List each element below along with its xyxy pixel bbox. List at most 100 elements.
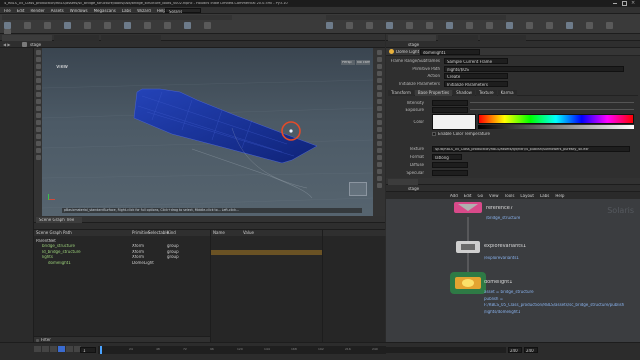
shelf-tool-icon[interactable]	[486, 22, 493, 29]
desktop-selector[interactable]: Solaris	[165, 8, 201, 13]
network-menu-help[interactable]: Help	[555, 194, 564, 198]
viewport-tool-icon[interactable]	[376, 92, 382, 97]
shelf-tool-icon[interactable]	[124, 22, 131, 29]
shelf-tool-icon[interactable]	[164, 22, 171, 29]
network-menu-tools[interactable]: Tools	[505, 194, 515, 198]
viewport-tool-icon[interactable]	[35, 141, 41, 146]
param-stage-path[interactable]: stage	[408, 43, 419, 47]
node-reference7[interactable]	[454, 202, 482, 213]
stop-button[interactable]	[50, 346, 57, 352]
viewport-tool-icon[interactable]	[376, 78, 382, 83]
color-ramp[interactable]	[478, 114, 634, 124]
shelf-tool-icon[interactable]	[326, 22, 333, 29]
shelf-tool-icon[interactable]	[44, 22, 51, 29]
shelf-tool-icon[interactable]	[606, 22, 613, 29]
shelf-tool-icon[interactable]	[366, 22, 373, 29]
param-subtab-transform[interactable]: Transform	[388, 90, 414, 96]
param-field[interactable]: Create	[444, 73, 508, 79]
timeline-ruler[interactable]: 24 48 72 96 120 144 168 192 216 240	[98, 346, 386, 354]
shelf-tool-icon[interactable]	[546, 22, 553, 29]
viewport-tool-icon[interactable]	[35, 92, 41, 97]
shelf-icons-left[interactable]	[4, 22, 234, 36]
viewport-tool-icon[interactable]	[35, 127, 41, 132]
camera-menu[interactable]: No cam	[356, 60, 370, 65]
specular-field[interactable]	[432, 170, 468, 176]
shelf-tool-icon[interactable]	[204, 22, 211, 29]
shelf-tool-icon[interactable]	[526, 22, 533, 29]
shelf-tool-icon[interactable]	[426, 22, 433, 29]
shelf-tabs-right[interactable]	[326, 15, 506, 20]
window-controls[interactable]: ×	[613, 1, 637, 6]
shelf-tool-icon[interactable]	[24, 22, 31, 29]
network-menu-edit[interactable]: Edit	[464, 194, 472, 198]
viewport-tool-icon[interactable]	[376, 71, 382, 76]
menu-file[interactable]: File	[4, 9, 11, 13]
network-canvas[interactable]: Solaris reference7 /bridge_structure exp…	[386, 199, 640, 346]
viewport-tool-icon[interactable]	[376, 141, 382, 146]
param-subtab-base-properties[interactable]: Base Properties	[414, 90, 453, 96]
range-start-field[interactable]: 240	[508, 347, 522, 353]
viewport-tool-icon[interactable]	[35, 106, 41, 111]
menu-labs[interactable]: Labs	[122, 9, 131, 13]
persp-menu[interactable]: Persp	[341, 60, 355, 65]
shelf-tool-icon[interactable]	[4, 22, 11, 29]
shelf-tool-icon[interactable]	[144, 22, 151, 29]
viewport-tool-icon[interactable]	[35, 120, 41, 125]
shelf-tool-icon[interactable]	[466, 22, 473, 29]
shelf-tool-icon[interactable]	[386, 22, 393, 29]
selected-prim-row[interactable]	[211, 250, 323, 255]
viewport-tool-icon[interactable]	[376, 169, 382, 174]
viewport[interactable]: View Persp No cam pBasicmaterial_standar…	[42, 48, 373, 216]
range-bar[interactable]	[386, 347, 506, 353]
texture-field[interactable]: $JOB/RBLS_05_Class_production/RBLS/asset…	[432, 146, 630, 152]
frame-field[interactable]: 1	[80, 347, 96, 353]
menu-megascans[interactable]: Megascans	[94, 9, 116, 13]
intensity-field[interactable]	[432, 100, 468, 106]
network-menu-view[interactable]: View	[489, 194, 499, 198]
viewport-tool-icon[interactable]	[376, 148, 382, 153]
viewport-tool-icon[interactable]	[376, 162, 382, 167]
network-menu-add[interactable]: Add	[450, 194, 458, 198]
viewport-tool-icon[interactable]	[35, 71, 41, 76]
viewport-tool-icon[interactable]	[376, 57, 382, 62]
intensity-slider[interactable]	[470, 102, 634, 103]
menu-windows[interactable]: Windows	[70, 9, 88, 13]
viewport-tool-icon[interactable]	[376, 183, 382, 188]
network-menu-layout[interactable]: Layout	[520, 194, 534, 198]
step-forward-button[interactable]	[66, 346, 73, 352]
timeline-cursor[interactable]	[100, 346, 102, 354]
menu-render[interactable]: Render	[30, 9, 44, 13]
shelf-tool-icon[interactable]	[566, 22, 573, 29]
scene-graph-row[interactable]: lights Xform group	[34, 255, 210, 260]
network-stage-path[interactable]: stage	[408, 187, 419, 191]
diffuse-field[interactable]	[432, 162, 468, 168]
viewport-tool-icon[interactable]	[35, 99, 41, 104]
shelf-tool-icon[interactable]	[406, 22, 413, 29]
light-handle-dot[interactable]	[289, 129, 293, 133]
shelf-tool-icon[interactable]	[506, 22, 513, 29]
menu-assets[interactable]: Assets	[51, 9, 64, 13]
viewport-tool-icon[interactable]	[376, 176, 382, 181]
viewport-tool-icon[interactable]	[35, 134, 41, 139]
shelf-tool-icon[interactable]	[586, 22, 593, 29]
viewport-tool-icon[interactable]	[376, 113, 382, 118]
viewport-tool-icon[interactable]	[376, 85, 382, 90]
scene-graph-row[interactable]: ld_bridge_structure Xform group	[34, 249, 210, 254]
viewport-tool-icon[interactable]	[376, 155, 382, 160]
scene-graph-row[interactable]: bridge_structure Xform group	[34, 244, 210, 249]
network-menu-labs[interactable]: Labs	[540, 194, 549, 198]
menu-wizard[interactable]: Wizard	[137, 9, 151, 13]
color-temp-checkbox[interactable]	[432, 132, 436, 136]
viewport-tool-icon[interactable]	[35, 148, 41, 153]
stage-path[interactable]: stage	[30, 43, 41, 47]
shelf-tool-icon[interactable]	[104, 22, 111, 29]
back-arrow-icon[interactable]: ◀ ▶	[3, 42, 10, 47]
shelf-tool-icon[interactable]	[446, 22, 453, 29]
param-field[interactable]: /lights/$OS	[444, 65, 624, 72]
shelf-tool-icon[interactable]	[84, 22, 91, 29]
viewport-tool-icon[interactable]	[35, 64, 41, 69]
param-subtab-shadow[interactable]: Shadow	[453, 90, 475, 96]
exposure-slider[interactable]	[470, 109, 634, 110]
color-swatch[interactable]	[432, 114, 476, 130]
view-cube[interactable]	[349, 182, 367, 196]
